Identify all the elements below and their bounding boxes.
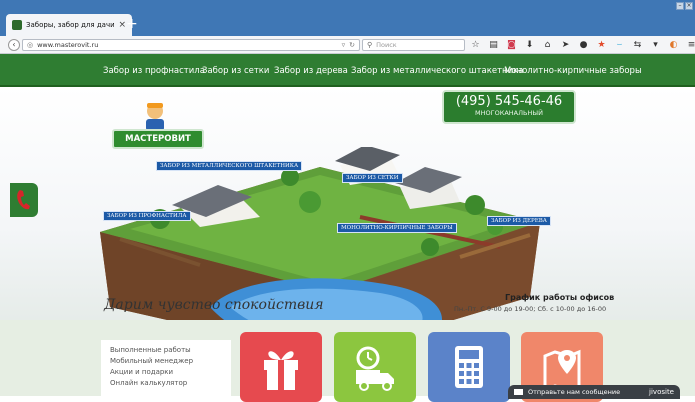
home-icon[interactable]: ⌂: [542, 38, 553, 52]
reload-icon[interactable]: ↻: [349, 41, 355, 49]
label-profnastil-fence[interactable]: ЗАБОР ИЗ ПРОФНАСТИЛА: [103, 211, 191, 221]
label-mesh-fence[interactable]: ЗАБОР ИЗ СЕТКИ: [342, 173, 403, 183]
hero-island-illustration: [100, 147, 540, 320]
menu-icon[interactable]: ≡: [686, 38, 695, 52]
site-main-menu: Забор из профнастила Забор из сетки Забо…: [0, 54, 695, 87]
chat-widget-button[interactable]: Отправьте нам сообщение jivosite: [508, 385, 680, 399]
menu-item-metal[interactable]: Забор из металлического штакетника: [351, 66, 523, 76]
tile-delivery[interactable]: [334, 332, 416, 402]
phone-box: (495) 545-46-46 МНОГОКАНАЛЬНЫЙ: [442, 90, 576, 124]
schedule-text: Пн.-Пт. С 9-00 до 19-00; Сб. с 10-00 до …: [454, 305, 607, 313]
close-window-icon[interactable]: ×: [685, 2, 693, 10]
hero-slogan: Дарим чувство спокойствия: [104, 297, 324, 313]
menu-item-brick[interactable]: Монолитно-кирпичные заборы: [504, 66, 642, 76]
phone-handset-icon: [17, 190, 30, 210]
hero-banner: МАСТЕРОВИТ (495) 545-46-46 МНОГОКАНАЛЬНЫ…: [0, 87, 695, 320]
label-brick-fence[interactable]: МОНОЛИТНО-КИРПИЧНЫЕ ЗАБОРЫ: [337, 223, 457, 233]
search-input[interactable]: ⚲ Поиск: [362, 39, 465, 51]
toolbar-icons: ☆ ▤ ◙ ⬇ ⌂ ➤ ● ★ ⌣ ⇆ ▾ ◐ ≡: [470, 38, 695, 52]
tab-title: Заборы, забор для дачи. М...: [26, 21, 115, 29]
sidebar-links: Выполненные работы Мобильный менеджер Ак…: [101, 340, 231, 400]
delivery-truck-icon: [356, 346, 394, 391]
tile-calculator[interactable]: [428, 332, 510, 402]
swoosh-icon[interactable]: ⌣: [614, 38, 625, 52]
label-metal-fence[interactable]: ЗАБОР ИЗ МЕТАЛЛИЧЕСКОГО ШТАКЕТНИКА: [156, 161, 303, 171]
star-badge-icon[interactable]: ★: [596, 38, 607, 52]
window-controls: – ×: [676, 2, 693, 10]
menu-item-mesh[interactable]: Забор из сетки: [202, 66, 269, 76]
chat-brand: jivosite: [649, 388, 674, 396]
label-wood-fence[interactable]: ЗАБОР ИЗ ДЕРЕВА: [487, 216, 551, 226]
send-icon[interactable]: ➤: [560, 38, 571, 52]
browser-tab[interactable]: Заборы, забор для дачи. М... ×: [6, 14, 132, 36]
minimize-icon[interactable]: –: [676, 2, 684, 10]
phone-subtitle: МНОГОКАНАЛЬНЫЙ: [475, 109, 543, 117]
download-icon[interactable]: ⬇: [524, 38, 535, 52]
chat-icon[interactable]: ●: [578, 38, 589, 52]
sidebar-item-completed-works[interactable]: Выполненные работы: [110, 345, 222, 356]
globe-icon: ◎: [27, 41, 34, 49]
phone-number[interactable]: (495) 545-46-46: [444, 94, 574, 109]
mascot-icon: [146, 103, 164, 131]
site-logo[interactable]: МАСТЕРОВИТ: [112, 129, 204, 149]
addon-icon[interactable]: ◐: [668, 38, 679, 52]
search-icon: ⚲: [367, 41, 373, 49]
chat-widget-text: Отправьте нам сообщение: [528, 388, 621, 396]
site-favicon-icon: [12, 20, 22, 30]
new-tab-button[interactable]: +: [126, 17, 138, 31]
gift-icon: [264, 351, 298, 390]
browser-nav-bar: ‹ ◎ www.masterovit.ru ▿ ↻ ⚲ Поиск ☆ ▤ ◙ …: [0, 36, 695, 54]
address-bar[interactable]: ◎ www.masterovit.ru ▿ ↻: [22, 39, 360, 51]
pocket-icon[interactable]: ◙: [506, 38, 517, 52]
sidebar-item-calculator[interactable]: Онлайн калькулятор: [110, 378, 222, 389]
schedule-title: График работы офисов: [505, 293, 615, 302]
sidebar-item-promotions[interactable]: Акции и подарки: [110, 367, 222, 378]
browser-tab-strip: Заборы, забор для дачи. М... × + – ×: [0, 0, 695, 36]
dropdown-icon[interactable]: ▾: [650, 38, 661, 52]
bookmark-star-icon[interactable]: ☆: [470, 38, 481, 52]
url-dropdown-icon[interactable]: ▿: [342, 41, 346, 49]
sidebar-item-mobile-manager[interactable]: Мобильный менеджер: [110, 356, 222, 367]
call-button[interactable]: [10, 183, 38, 217]
search-placeholder: Поиск: [376, 41, 397, 49]
menu-item-profnastil[interactable]: Забор из профнастила: [103, 66, 205, 76]
tab-close-icon[interactable]: ×: [118, 20, 126, 30]
envelope-icon: [514, 389, 523, 395]
tile-gift[interactable]: [240, 332, 322, 402]
back-button[interactable]: ‹: [8, 39, 20, 51]
calculator-icon: [455, 346, 483, 388]
url-text: www.masterovit.ru: [37, 41, 99, 49]
sync-icon[interactable]: ⇆: [632, 38, 643, 52]
menu-item-wood[interactable]: Забор из дерева: [274, 66, 348, 76]
clipboard-icon[interactable]: ▤: [488, 38, 499, 52]
